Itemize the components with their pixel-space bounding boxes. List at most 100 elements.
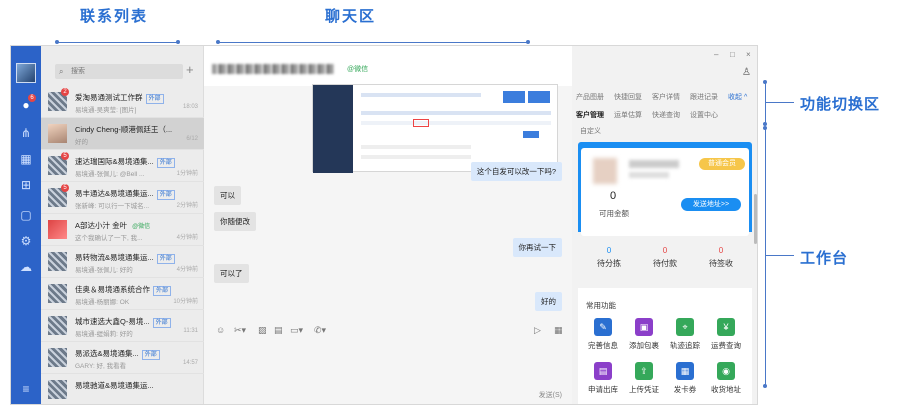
chat-area: @微信 这个自发可以改一下吗? 可以 你随便改 你再试一下 可以了 好的 ☺ ✂▾ ▨ ▤: [204, 46, 572, 404]
contact-item[interactable]: 5 易丰通达&易境通集运... 外部 张新峰: 可以行一下城名... 2分钟前: [41, 182, 204, 214]
function-switch-annotation: 功能切换区: [800, 96, 881, 113]
org-chart-icon[interactable]: ⋔: [18, 126, 34, 140]
function-coupon[interactable]: ▦ 发卡券: [666, 362, 704, 395]
function-upload[interactable]: ⇪ 上传凭证: [625, 362, 663, 395]
contact-tag: 外部: [153, 286, 172, 296]
function-tab[interactable]: 运单估算: [614, 110, 642, 120]
order-stat[interactable]: 0 待付款: [640, 246, 690, 269]
contact-item[interactable]: 5 速达瑞国际&易境通集... 外部 易境通-张佩儿: @Bell ... 1分钟前: [41, 150, 204, 182]
contact-preview: 这个我确认了一下, 我...: [75, 235, 143, 242]
app-window: ● 6 ⋔ ▦ ⊞ ▢ ⚙ ☁ ≡ ⌕ 搜索 + 2 爱淘易通测试工作群 外部 易境通…: [10, 45, 758, 405]
contact-avatar: [48, 380, 67, 399]
function-track[interactable]: ⌖ 轨迹追踪: [666, 318, 704, 351]
member-card: 普通会员 0 可用金额 发送地址>>: [581, 148, 749, 236]
bracket-dot: [763, 80, 767, 84]
send-button[interactable]: 发送(S): [539, 390, 562, 400]
contact-item[interactable]: Cindy Cheng-顺港佩廷王（... 好的 6/12: [41, 118, 204, 150]
location-icon: ◉: [717, 362, 735, 380]
function-tab[interactable]: 跟进记录: [690, 92, 718, 102]
function-package[interactable]: ▣ 添加包裹: [625, 318, 663, 351]
contact-item[interactable]: 佳奥＆易境通系统合作 外部 易境通-杨丽娜: OK 10分钟前: [41, 278, 204, 310]
workbench: – □ × ♙ 产品图册 快捷回复 客户详情 跟进记录 收起 ^ 客户管理 运单估算 快递查询…: [572, 46, 757, 404]
contact-avatar: [48, 316, 67, 335]
contact-time: 4分钟前: [176, 267, 198, 273]
contact-name: Cindy Cheng-顺港佩廷王（...: [75, 125, 173, 134]
gear-icon[interactable]: ⚙: [18, 234, 34, 248]
function-edit[interactable]: ✎ 完善信息: [584, 318, 622, 351]
video-icon[interactable]: ▷: [534, 325, 541, 336]
function-tab[interactable]: 客户管理: [576, 110, 604, 120]
stat-count: 0: [718, 246, 724, 255]
function-tab[interactable]: 客户详情: [652, 92, 680, 102]
contact-time: 14:57: [182, 360, 198, 366]
contact-tag: 外部: [156, 254, 175, 264]
contact-avatar: [48, 124, 67, 143]
order-stat[interactable]: 0 待分拣: [584, 246, 634, 269]
apps-icon[interactable]: ⊞: [18, 178, 34, 192]
cloud-icon[interactable]: ☁: [18, 260, 34, 274]
minimize-icon[interactable]: –: [714, 50, 718, 59]
contact-item[interactable]: 城市速选大鑫Q-易境... 外部 易境通-缇娟莉: 好的 11:31: [41, 310, 204, 342]
contact-tag: 外部: [156, 158, 175, 168]
contact-preview: 易境通-吴爽莹: [图片]: [75, 107, 137, 114]
available-amount-label: 可用金额: [599, 209, 629, 218]
function-fee[interactable]: ¥ 运费查询: [707, 318, 745, 351]
chat-message: 好的: [535, 292, 562, 311]
record-icon[interactable]: ▦: [554, 325, 563, 336]
function-label: 完善信息: [588, 341, 618, 350]
send-address-button[interactable]: 发送地址>>: [681, 198, 741, 211]
member-avatar: [593, 158, 617, 184]
chat-title-tag: @微信: [347, 66, 369, 73]
search-placeholder: 搜索: [71, 68, 85, 75]
contact-item[interactable]: 易转物流&易境通集运... 外部 易境通-张佩儿: 好的 4分钟前: [41, 246, 204, 278]
function-tab[interactable]: 产品图册: [576, 92, 604, 102]
function-location[interactable]: ◉ 收货地址: [707, 362, 745, 395]
function-tab[interactable]: 设置中心: [690, 110, 718, 120]
function-outbound[interactable]: ▤ 申请出库: [584, 362, 622, 395]
contact-item[interactable]: 易境驰道&易境通集运...: [41, 374, 204, 404]
add-button[interactable]: +: [186, 62, 194, 77]
contact-avatar: [48, 220, 67, 239]
contact-tag: 外部: [141, 350, 160, 360]
contact-time: 10分钟前: [173, 299, 198, 305]
user-avatar[interactable]: [16, 63, 36, 83]
calendar-icon[interactable]: ▦: [18, 152, 34, 166]
folder-icon[interactable]: ▭▾: [290, 325, 303, 336]
search-input[interactable]: ⌕ 搜索: [55, 64, 183, 79]
image-icon[interactable]: ▨: [258, 325, 267, 336]
mail-icon[interactable]: ▢: [18, 208, 34, 222]
order-stat[interactable]: 0 待签收: [696, 246, 746, 269]
unread-badge: 2: [61, 88, 69, 96]
emoji-icon[interactable]: ☺: [216, 325, 225, 335]
workbench-connector: [766, 255, 794, 256]
function-tab[interactable]: 自定义: [580, 126, 601, 136]
scissors-icon[interactable]: ✂▾: [234, 325, 246, 336]
menu-icon[interactable]: ≡: [18, 382, 34, 396]
function-tab[interactable]: 快递查询: [652, 110, 680, 120]
outbound-icon: ▤: [594, 362, 612, 380]
common-functions-panel: 常用功能 ✎ 完善信息 ▣ 添加包裹 ⌖ 轨迹追踪 ¥ 运费查询 ▤ 申请出库 ⇪ 上传凭证 ▦ 发卡券 ◉…: [578, 288, 752, 404]
fee-icon: ¥: [717, 318, 735, 336]
contact-item[interactable]: A部达小汁 金叶 @微信 这个我确认了一下, 我... 4分钟前: [41, 214, 204, 246]
phone-icon[interactable]: ✆▾: [314, 325, 326, 336]
file-icon[interactable]: ▤: [274, 325, 283, 336]
function-tab[interactable]: 收起 ^: [728, 92, 747, 102]
stat-count: 0: [606, 246, 612, 255]
chat-message: 可以了: [214, 264, 249, 283]
chat-area-annotation: 聊天区: [325, 8, 377, 25]
scrollbar[interactable]: [754, 194, 757, 244]
contact-tag: @微信: [132, 224, 151, 230]
chat-message: 你再试一下: [512, 238, 562, 257]
close-icon[interactable]: ×: [746, 50, 751, 59]
workbench-bracket: [765, 128, 766, 386]
contact-item[interactable]: 易派选&易境通集... 外部 GARY: 好, 我看看 14:57: [41, 342, 204, 374]
function-tab[interactable]: 快捷回复: [614, 92, 642, 102]
contact-avatar: [48, 284, 67, 303]
function-label: 上传凭证: [629, 385, 659, 394]
contact-item[interactable]: 2 爱淘易通测试工作群 外部 易境通-吴爽莹: [图片] 18:03: [41, 86, 204, 118]
screenshot-image[interactable]: [312, 84, 558, 173]
member-name: [629, 160, 679, 168]
contact-time: 4分钟前: [176, 235, 198, 241]
user-icon[interactable]: ♙: [742, 67, 751, 78]
maximize-icon[interactable]: □: [730, 50, 735, 59]
